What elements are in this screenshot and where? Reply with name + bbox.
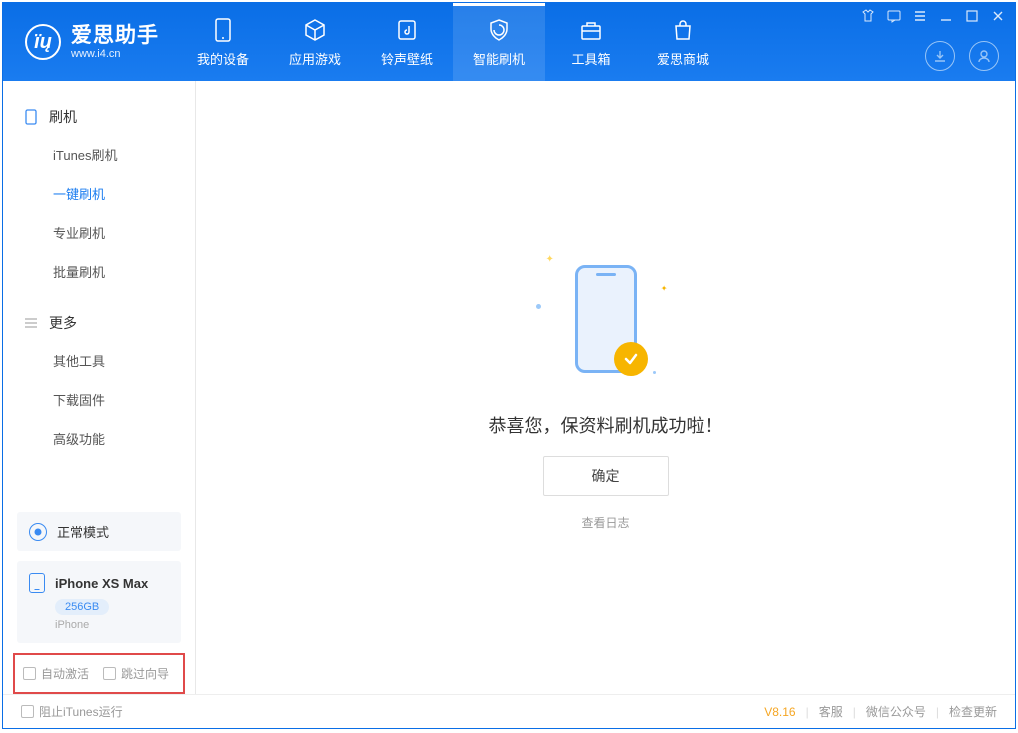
close-button[interactable]: [991, 9, 1005, 23]
ok-button[interactable]: 确定: [543, 456, 669, 496]
feedback-icon[interactable]: [887, 9, 901, 23]
sidebar-group-more[interactable]: 更多: [3, 305, 195, 341]
sidebar-item-one-click-flash[interactable]: 一键刷机: [3, 174, 195, 213]
device-icon: [29, 573, 45, 593]
tab-label: 爱思商城: [657, 49, 709, 68]
header: ïų 爱思助手 www.i4.cn 我的设备 应用游戏 铃声壁纸 智能刷机: [3, 3, 1015, 81]
group-title: 更多: [49, 313, 77, 333]
music-icon: [394, 17, 420, 43]
status-dot-icon: [29, 523, 47, 541]
minimize-button[interactable]: [939, 9, 953, 23]
tab-my-device[interactable]: 我的设备: [177, 3, 269, 81]
mode-status[interactable]: 正常模式: [17, 512, 181, 551]
device-name: iPhone XS Max: [55, 576, 148, 591]
toolbox-icon: [578, 17, 604, 43]
app-window: ïų 爱思助手 www.i4.cn 我的设备 应用游戏 铃声壁纸 智能刷机: [2, 2, 1016, 729]
tshirt-icon[interactable]: [861, 9, 875, 23]
sidebar-item-download-firmware[interactable]: 下载固件: [3, 380, 195, 419]
tab-label: 智能刷机: [473, 49, 525, 68]
tab-label: 我的设备: [197, 49, 249, 68]
tab-label: 工具箱: [571, 49, 610, 68]
checkbox-block-itunes[interactable]: 阻止iTunes运行: [21, 703, 123, 720]
checkbox-icon: [21, 705, 34, 718]
sidebar-group-flash[interactable]: 刷机: [3, 99, 195, 135]
checkbox-auto-activate[interactable]: 自动激活: [23, 665, 89, 682]
nav-tabs: 我的设备 应用游戏 铃声壁纸 智能刷机 工具箱 爱思商城: [177, 3, 729, 81]
check-badge-icon: [614, 342, 648, 376]
footer-link-update[interactable]: 检查更新: [949, 703, 997, 720]
checkbox-icon: [103, 667, 116, 680]
device-icon: [210, 17, 236, 43]
device-card[interactable]: iPhone XS Max 256GB iPhone: [17, 561, 181, 643]
tab-apps-games[interactable]: 应用游戏: [269, 3, 361, 81]
logo: ïų 爱思助手 www.i4.cn: [3, 3, 177, 81]
menu-icon[interactable]: [913, 9, 927, 23]
checkbox-label: 阻止iTunes运行: [39, 703, 123, 720]
sidebar-item-itunes-flash[interactable]: iTunes刷机: [3, 135, 195, 174]
sidebar: 刷机 iTunes刷机 一键刷机 专业刷机 批量刷机 更多 其他工具 下载固件 …: [3, 81, 196, 694]
main-content: ✦ ✦ 恭喜您，保资料刷机成功啦！ 确定 查看日志: [196, 81, 1015, 694]
tab-label: 应用游戏: [289, 49, 341, 68]
options-highlight-box: 自动激活 跳过向导: [13, 653, 185, 694]
sidebar-item-advanced[interactable]: 高级功能: [3, 419, 195, 458]
bag-icon: [670, 17, 696, 43]
list-icon: [23, 317, 39, 329]
device-capacity: 256GB: [55, 599, 109, 615]
device-type: iPhone: [55, 619, 169, 631]
header-actions: [925, 41, 999, 71]
shield-icon: [486, 17, 512, 43]
phone-icon: [23, 109, 39, 125]
sidebar-item-pro-flash[interactable]: 专业刷机: [3, 213, 195, 252]
sidebar-item-other-tools[interactable]: 其他工具: [3, 341, 195, 380]
success-message: 恭喜您，保资料刷机成功啦！: [489, 412, 723, 438]
group-title: 刷机: [49, 107, 77, 127]
app-title: 爱思助手: [71, 24, 159, 47]
logo-icon: ïų: [25, 24, 61, 60]
tab-ringtones[interactable]: 铃声壁纸: [361, 3, 453, 81]
checkbox-skip-wizard[interactable]: 跳过向导: [103, 665, 169, 682]
sidebar-item-batch-flash[interactable]: 批量刷机: [3, 252, 195, 291]
tab-toolbox[interactable]: 工具箱: [545, 3, 637, 81]
maximize-button[interactable]: [965, 9, 979, 23]
success-illustration: ✦ ✦: [526, 244, 686, 394]
status-label: 正常模式: [57, 522, 109, 541]
version-label: V8.16: [764, 705, 795, 719]
checkbox-label: 跳过向导: [121, 665, 169, 682]
checkbox-icon: [23, 667, 36, 680]
footer-link-wechat[interactable]: 微信公众号: [866, 703, 926, 720]
tab-smart-flash[interactable]: 智能刷机: [453, 3, 545, 81]
window-controls: [861, 9, 1005, 23]
footer: 阻止iTunes运行 V8.16 | 客服 | 微信公众号 | 检查更新: [3, 694, 1015, 728]
user-button[interactable]: [969, 41, 999, 71]
checkbox-label: 自动激活: [41, 665, 89, 682]
tab-label: 铃声壁纸: [381, 49, 433, 68]
cube-icon: [302, 17, 328, 43]
app-subtitle: www.i4.cn: [71, 48, 159, 60]
download-button[interactable]: [925, 41, 955, 71]
tab-store[interactable]: 爱思商城: [637, 3, 729, 81]
view-log-link[interactable]: 查看日志: [581, 514, 629, 531]
body: 刷机 iTunes刷机 一键刷机 专业刷机 批量刷机 更多 其他工具 下载固件 …: [3, 81, 1015, 694]
footer-link-cs[interactable]: 客服: [819, 703, 843, 720]
